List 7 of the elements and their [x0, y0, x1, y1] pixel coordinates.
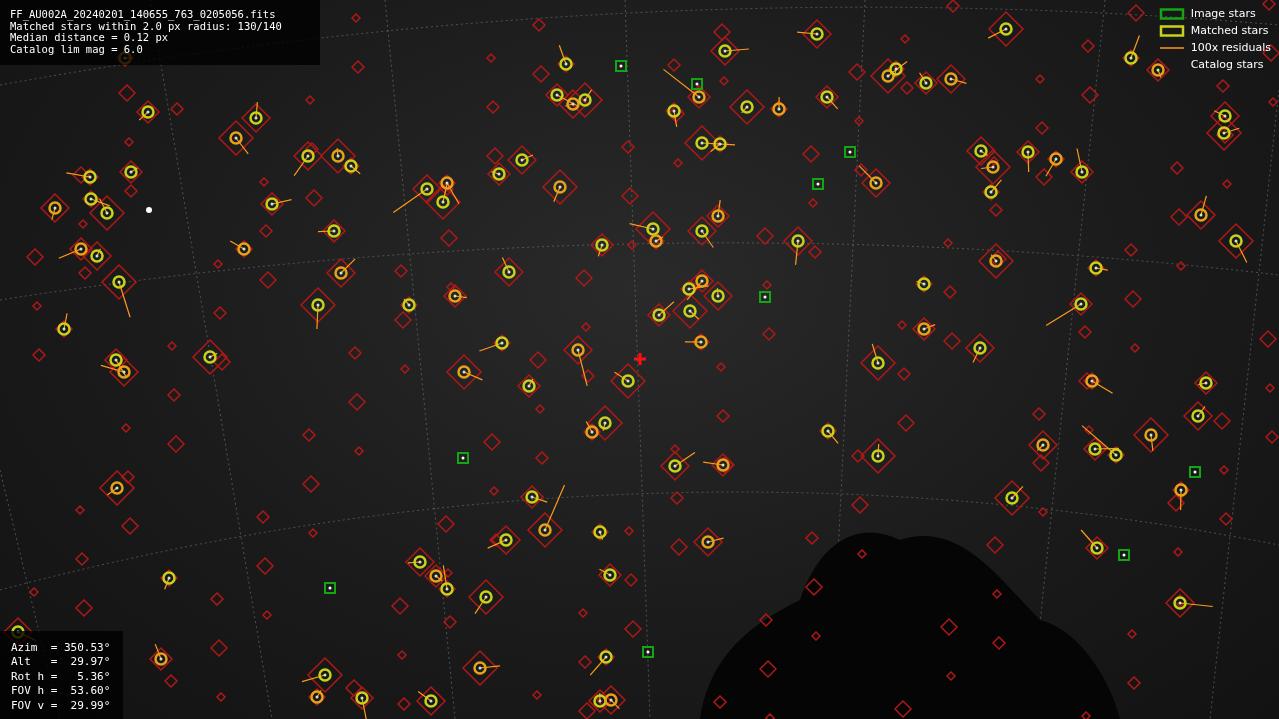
- legend-label: Image stars: [1190, 7, 1256, 20]
- image-swatch-icon: [1158, 7, 1185, 20]
- matched-swatch-icon: [1158, 24, 1185, 37]
- legend-label: Catalog stars: [1190, 58, 1264, 71]
- info-panel: FF_AU002A_20240201_140655_763_0205056.fits Matched stars within 2.0 px radius: 130/140 Median distance = 0.12 px Catalog lim mag = 6.0: [0, 0, 320, 65]
- pointing-panel: Azim = 350.53° Alt = 29.97° Rot h = 5.36° FOV h = 53.60° FOV v = 29.99°: [0, 630, 123, 719]
- legend-label: Matched stars: [1190, 24, 1269, 37]
